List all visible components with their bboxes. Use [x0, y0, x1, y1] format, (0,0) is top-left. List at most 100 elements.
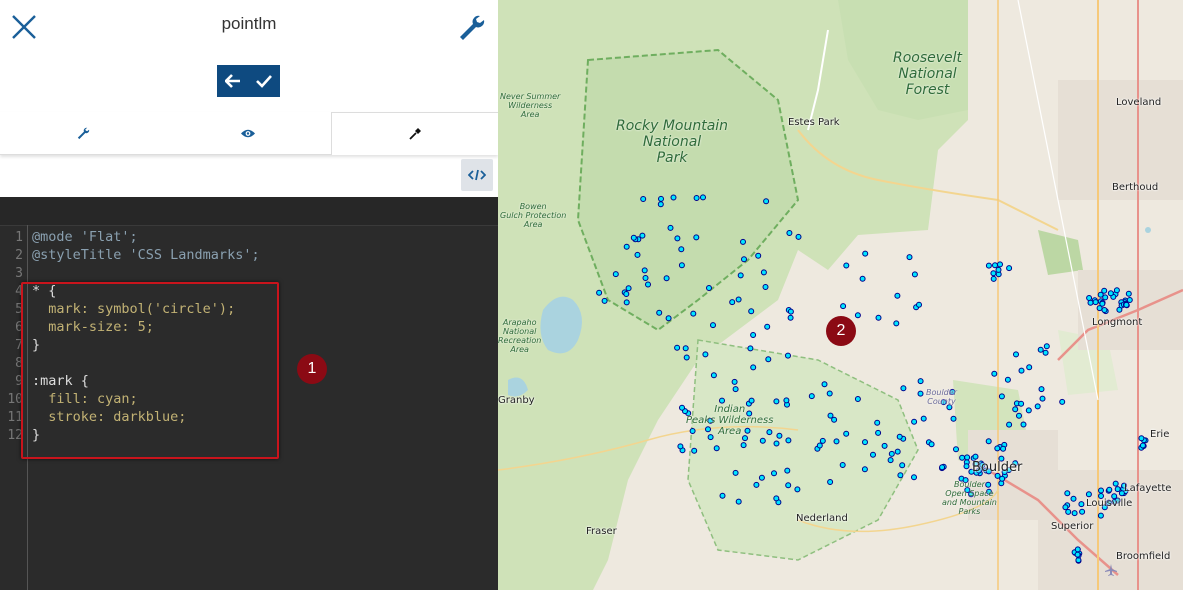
landmark-point[interactable] [710, 372, 717, 379]
landmark-point[interactable] [794, 486, 801, 493]
landmark-point[interactable] [1107, 290, 1114, 297]
landmark-point[interactable] [634, 251, 641, 258]
landmark-point[interactable] [693, 195, 700, 201]
tab-style[interactable] [331, 112, 499, 155]
landmark-point[interactable] [1064, 490, 1071, 497]
landmark-point[interactable] [900, 385, 907, 392]
back-button[interactable] [217, 65, 248, 97]
landmark-point[interactable] [862, 439, 868, 446]
landmark-point[interactable] [1106, 486, 1113, 493]
landmark-point[interactable] [776, 432, 783, 439]
landmark-point[interactable] [911, 418, 918, 425]
landmark-point[interactable] [773, 440, 780, 447]
landmark-point[interactable] [750, 364, 757, 371]
landmark-point[interactable] [893, 320, 900, 327]
landmark-point[interactable] [784, 467, 791, 474]
landmark-point[interactable] [1139, 442, 1146, 449]
landmark-point[interactable] [645, 281, 651, 288]
landmark-point[interactable] [1125, 290, 1132, 297]
landmark-point[interactable] [998, 393, 1005, 400]
landmark-point[interactable] [808, 393, 815, 400]
landmark-point[interactable] [732, 386, 739, 393]
landmark-point[interactable] [1101, 307, 1108, 313]
landmark-point[interactable] [740, 238, 746, 245]
landmark-point[interactable] [875, 314, 882, 321]
landmark-point[interactable] [833, 438, 840, 445]
landmark-point[interactable] [939, 464, 946, 471]
landmark-point[interactable] [906, 254, 913, 261]
landmark-point[interactable] [1006, 265, 1013, 272]
landmark-point[interactable] [1113, 287, 1120, 294]
landmark-point[interactable] [758, 474, 765, 481]
landmark-point[interactable] [875, 429, 882, 436]
landmark-point[interactable] [917, 390, 924, 397]
map-view[interactable]: Never Summer Wilderness Area Rocky Mount… [498, 0, 1183, 590]
landmark-point[interactable] [897, 472, 904, 479]
landmark-point[interactable] [1112, 480, 1119, 487]
landmark-point[interactable] [785, 352, 791, 359]
landmark-point[interactable] [706, 285, 712, 291]
landmark-point[interactable] [1039, 395, 1046, 402]
landmark-point[interactable] [787, 314, 794, 321]
landmark-point[interactable] [1085, 491, 1092, 498]
landmark-point[interactable] [773, 495, 780, 502]
landmark-point[interactable] [887, 457, 894, 464]
landmark-point[interactable] [1079, 508, 1086, 515]
landmark-point[interactable] [827, 412, 834, 419]
landmark-point[interactable] [762, 284, 769, 290]
landmark-point[interactable] [999, 475, 1006, 482]
landmark-point[interactable] [995, 266, 1002, 273]
landmark-point[interactable] [1099, 300, 1106, 307]
landmark-point[interactable] [831, 416, 838, 423]
landmark-point[interactable] [1059, 398, 1066, 405]
landmark-point[interactable] [773, 398, 780, 405]
landmark-point[interactable] [677, 443, 684, 450]
landmark-point[interactable] [642, 275, 649, 281]
landmark-point[interactable] [771, 470, 777, 477]
landmark-point[interactable] [786, 230, 793, 236]
tab-settings[interactable] [0, 112, 165, 154]
landmark-point[interactable] [670, 194, 677, 201]
landmark-point[interactable] [657, 201, 664, 208]
landmark-point[interactable] [748, 308, 755, 315]
landmark-point[interactable] [1123, 301, 1130, 308]
landmark-point[interactable] [1087, 299, 1094, 306]
landmark-point[interactable] [1097, 512, 1104, 519]
landmark-point[interactable] [959, 454, 966, 461]
landmark-point[interactable] [763, 198, 770, 205]
landmark-point[interactable] [827, 479, 834, 485]
landmark-point[interactable] [1138, 435, 1145, 442]
landmark-point[interactable] [1062, 504, 1069, 511]
landmark-point[interactable] [911, 271, 918, 278]
landmark-point[interactable] [843, 262, 850, 269]
landmark-point[interactable] [920, 415, 927, 422]
landmark-point[interactable] [713, 445, 720, 452]
apply-button[interactable] [248, 65, 279, 97]
landmark-point[interactable] [843, 430, 850, 437]
landmark-point[interactable] [950, 415, 957, 422]
landmark-point[interactable] [816, 442, 823, 449]
landmark-point[interactable] [1018, 400, 1025, 407]
landmark-point[interactable] [753, 481, 760, 488]
tab-visibility[interactable] [165, 112, 331, 154]
landmark-point[interactable] [682, 345, 689, 352]
landmark-point[interactable] [881, 442, 888, 449]
landmark-point[interactable] [735, 498, 742, 505]
landmark-point[interactable] [1026, 364, 1033, 371]
landmark-point[interactable] [795, 233, 802, 240]
landmark-point[interactable] [874, 419, 881, 426]
landmark-point[interactable] [862, 250, 869, 257]
landmark-point[interactable] [719, 492, 726, 499]
landmark-point[interactable] [630, 234, 637, 241]
landmark-point[interactable] [623, 291, 630, 297]
landmark-point[interactable] [1092, 299, 1099, 306]
landmark-point[interactable] [985, 262, 992, 269]
landmark-point[interactable] [737, 272, 744, 279]
landmark-point[interactable] [888, 450, 895, 457]
landmark-point[interactable] [821, 381, 828, 388]
landmark-point[interactable] [1034, 403, 1041, 410]
landmark-point[interactable] [991, 370, 998, 377]
landmark-point[interactable] [1042, 349, 1049, 356]
landmark-point[interactable] [731, 378, 738, 385]
landmark-point[interactable] [964, 454, 971, 461]
